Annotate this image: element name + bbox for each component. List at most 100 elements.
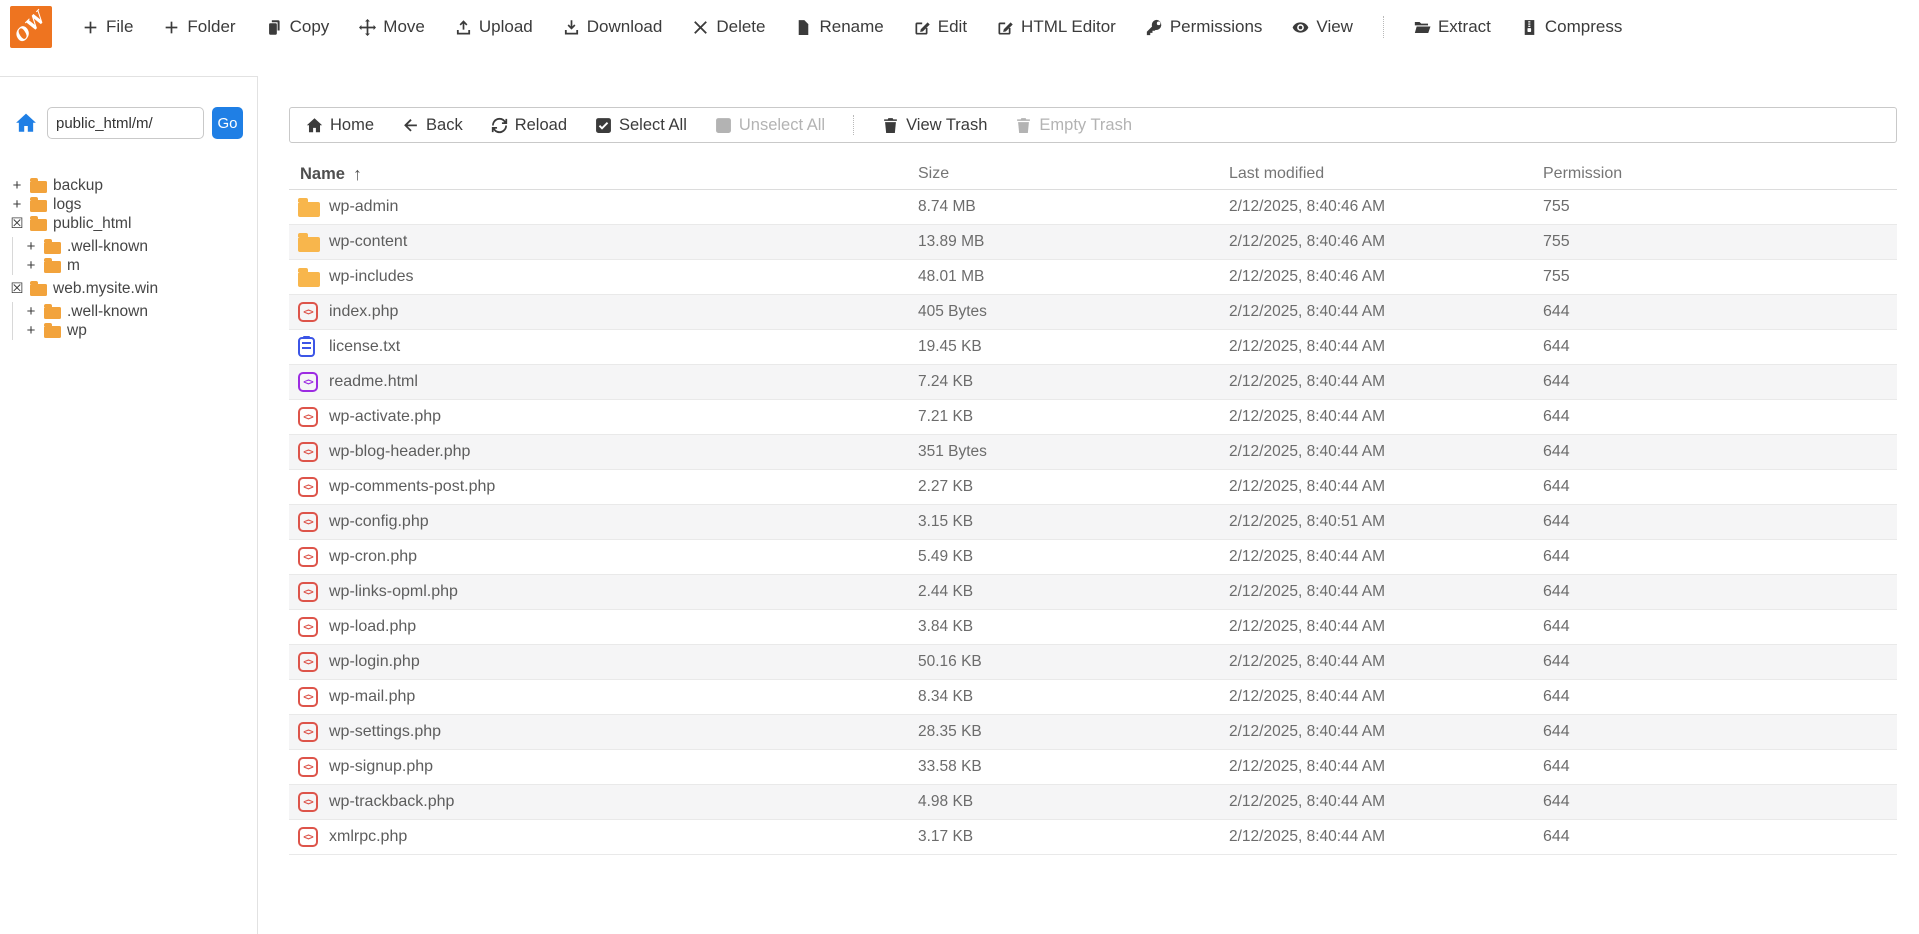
file-name-link[interactable]: wp-links-opml.php — [329, 583, 918, 601]
key-icon — [1146, 19, 1163, 36]
file-name-link[interactable]: wp-config.php — [329, 513, 918, 531]
go-button[interactable]: Go — [212, 107, 243, 139]
app-logo[interactable]: OW — [10, 6, 52, 48]
menu-item-permissions[interactable]: Permissions — [1146, 17, 1263, 37]
menu-item-html-editor[interactable]: HTML Editor — [997, 17, 1116, 37]
column-header-name[interactable]: Name ↑ — [289, 164, 918, 185]
upload-icon — [455, 19, 472, 36]
collapse-box-icon[interactable]: ☒ — [10, 216, 24, 232]
toolbar-reload-button[interactable]: Reload — [491, 116, 567, 135]
table-row[interactable]: wp-links-opml.php 2.44 KB 2/12/2025, 8:4… — [289, 575, 1897, 610]
tree-item-backup[interactable]: + backup — [0, 176, 257, 195]
file-name-link[interactable]: wp-mail.php — [329, 688, 918, 706]
file-name-link[interactable]: wp-blog-header.php — [329, 443, 918, 461]
column-header-permission[interactable]: Permission — [1543, 165, 1897, 183]
file-name-link[interactable]: index.php — [329, 303, 918, 321]
table-row[interactable]: xmlrpc.php 3.17 KB 2/12/2025, 8:40:44 AM… — [289, 820, 1897, 855]
file-type-icon — [298, 442, 318, 462]
toolbar-empty-trash-button[interactable]: Empty Trash — [1015, 116, 1132, 135]
table-row[interactable]: wp-includes 48.01 MB 2/12/2025, 8:40:46 … — [289, 260, 1897, 295]
table-body: wp-admin 8.74 MB 2/12/2025, 8:40:46 AM 7… — [289, 190, 1897, 855]
file-name-link[interactable]: xmlrpc.php — [329, 828, 918, 846]
tree-item-public-html[interactable]: ☒ public_html — [0, 214, 257, 233]
tree-item-well-known[interactable]: + .well-known — [24, 302, 257, 321]
table-row[interactable]: wp-trackback.php 4.98 KB 2/12/2025, 8:40… — [289, 785, 1897, 820]
menu-item-rename[interactable]: Rename — [795, 17, 883, 37]
tree-item-wp[interactable]: + wp — [24, 321, 257, 340]
table-row[interactable]: wp-load.php 3.84 KB 2/12/2025, 8:40:44 A… — [289, 610, 1897, 645]
file-name-link[interactable]: wp-activate.php — [329, 408, 918, 426]
file-type-icon — [298, 202, 320, 217]
toolbar-back-button[interactable]: Back — [402, 116, 463, 135]
table-row[interactable]: wp-comments-post.php 2.27 KB 2/12/2025, … — [289, 470, 1897, 505]
table-row[interactable]: wp-settings.php 28.35 KB 2/12/2025, 8:40… — [289, 715, 1897, 750]
expand-plus-icon[interactable]: + — [24, 303, 38, 320]
file-permission: 644 — [1543, 758, 1897, 776]
tree-item-well-known[interactable]: + .well-known — [24, 237, 257, 256]
tree-item-m[interactable]: + m — [24, 256, 257, 275]
file-permission: 644 — [1543, 828, 1897, 846]
file-modified: 2/12/2025, 8:40:46 AM — [1229, 268, 1543, 286]
expand-plus-icon[interactable]: + — [10, 177, 24, 194]
table-row[interactable]: index.php 405 Bytes 2/12/2025, 8:40:44 A… — [289, 295, 1897, 330]
file-type-icon — [298, 372, 318, 392]
file-type-icon — [298, 272, 320, 287]
menu-item-copy[interactable]: Copy — [266, 17, 330, 37]
table-row[interactable]: wp-admin 8.74 MB 2/12/2025, 8:40:46 AM 7… — [289, 190, 1897, 225]
expand-plus-icon[interactable]: + — [24, 257, 38, 274]
column-header-modified[interactable]: Last modified — [1229, 165, 1543, 183]
file-name-link[interactable]: wp-includes — [329, 268, 918, 286]
folder-icon — [44, 326, 61, 338]
table-row[interactable]: wp-mail.php 8.34 KB 2/12/2025, 8:40:44 A… — [289, 680, 1897, 715]
menu-item-view[interactable]: View — [1292, 17, 1353, 37]
column-header-size[interactable]: Size — [918, 165, 1229, 183]
menu-item-extract[interactable]: Extract — [1414, 17, 1491, 37]
menu-item-compress[interactable]: Compress — [1521, 17, 1622, 37]
menu-item-new-folder[interactable]: Folder — [163, 17, 235, 37]
tree-item-web-mysite-win[interactable]: ☒ web.mysite.win — [0, 279, 257, 298]
file-name-link[interactable]: wp-content — [329, 233, 918, 251]
table-row[interactable]: wp-blog-header.php 351 Bytes 2/12/2025, … — [289, 435, 1897, 470]
file-permission: 644 — [1543, 688, 1897, 706]
table-row[interactable]: readme.html 7.24 KB 2/12/2025, 8:40:44 A… — [289, 365, 1897, 400]
file-permission: 644 — [1543, 408, 1897, 426]
menu-item-upload[interactable]: Upload — [455, 17, 533, 37]
file-name-link[interactable]: wp-comments-post.php — [329, 478, 918, 496]
table-row[interactable]: wp-login.php 50.16 KB 2/12/2025, 8:40:44… — [289, 645, 1897, 680]
menu-item-edit[interactable]: Edit — [914, 17, 967, 37]
file-type-icon — [298, 652, 318, 672]
home-icon[interactable] — [14, 112, 38, 134]
path-input[interactable] — [47, 107, 204, 139]
toolbar-unselect-all-button[interactable]: Unselect All — [715, 116, 825, 135]
table-row[interactable]: license.txt 19.45 KB 2/12/2025, 8:40:44 … — [289, 330, 1897, 365]
menu-item-delete[interactable]: Delete — [692, 17, 765, 37]
toolbar-select-all-button[interactable]: Select All — [595, 116, 687, 135]
file-name-link[interactable]: wp-load.php — [329, 618, 918, 636]
file-name-link[interactable]: wp-signup.php — [329, 758, 918, 776]
expand-plus-icon[interactable]: + — [10, 196, 24, 213]
table-row[interactable]: wp-signup.php 33.58 KB 2/12/2025, 8:40:4… — [289, 750, 1897, 785]
tree-label: wp — [67, 322, 87, 340]
file-name-link[interactable]: wp-settings.php — [329, 723, 918, 741]
expand-plus-icon[interactable]: + — [24, 238, 38, 255]
collapse-box-icon[interactable]: ☒ — [10, 281, 24, 297]
toolbar-view-trash-button[interactable]: View Trash — [882, 116, 987, 135]
file-name-link[interactable]: license.txt — [329, 338, 918, 356]
menu-item-download[interactable]: Download — [563, 17, 663, 37]
tree-item-logs[interactable]: + logs — [0, 195, 257, 214]
toolbar-home-button[interactable]: Home — [306, 116, 374, 135]
file-name-link[interactable]: readme.html — [329, 373, 918, 391]
menu-item-move[interactable]: Move — [359, 17, 425, 37]
file-name-link[interactable]: wp-cron.php — [329, 548, 918, 566]
file-name-link[interactable]: wp-login.php — [329, 653, 918, 671]
table-row[interactable]: wp-config.php 3.15 KB 2/12/2025, 8:40:51… — [289, 505, 1897, 540]
menu-item-new-file[interactable]: File — [82, 17, 133, 37]
file-name-link[interactable]: wp-admin — [329, 198, 918, 216]
file-permission: 755 — [1543, 268, 1897, 286]
table-row[interactable]: wp-cron.php 5.49 KB 2/12/2025, 8:40:44 A… — [289, 540, 1897, 575]
file-name-link[interactable]: wp-trackback.php — [329, 793, 918, 811]
table-row[interactable]: wp-content 13.89 MB 2/12/2025, 8:40:46 A… — [289, 225, 1897, 260]
download-icon — [563, 19, 580, 36]
expand-plus-icon[interactable]: + — [24, 322, 38, 339]
table-row[interactable]: wp-activate.php 7.21 KB 2/12/2025, 8:40:… — [289, 400, 1897, 435]
